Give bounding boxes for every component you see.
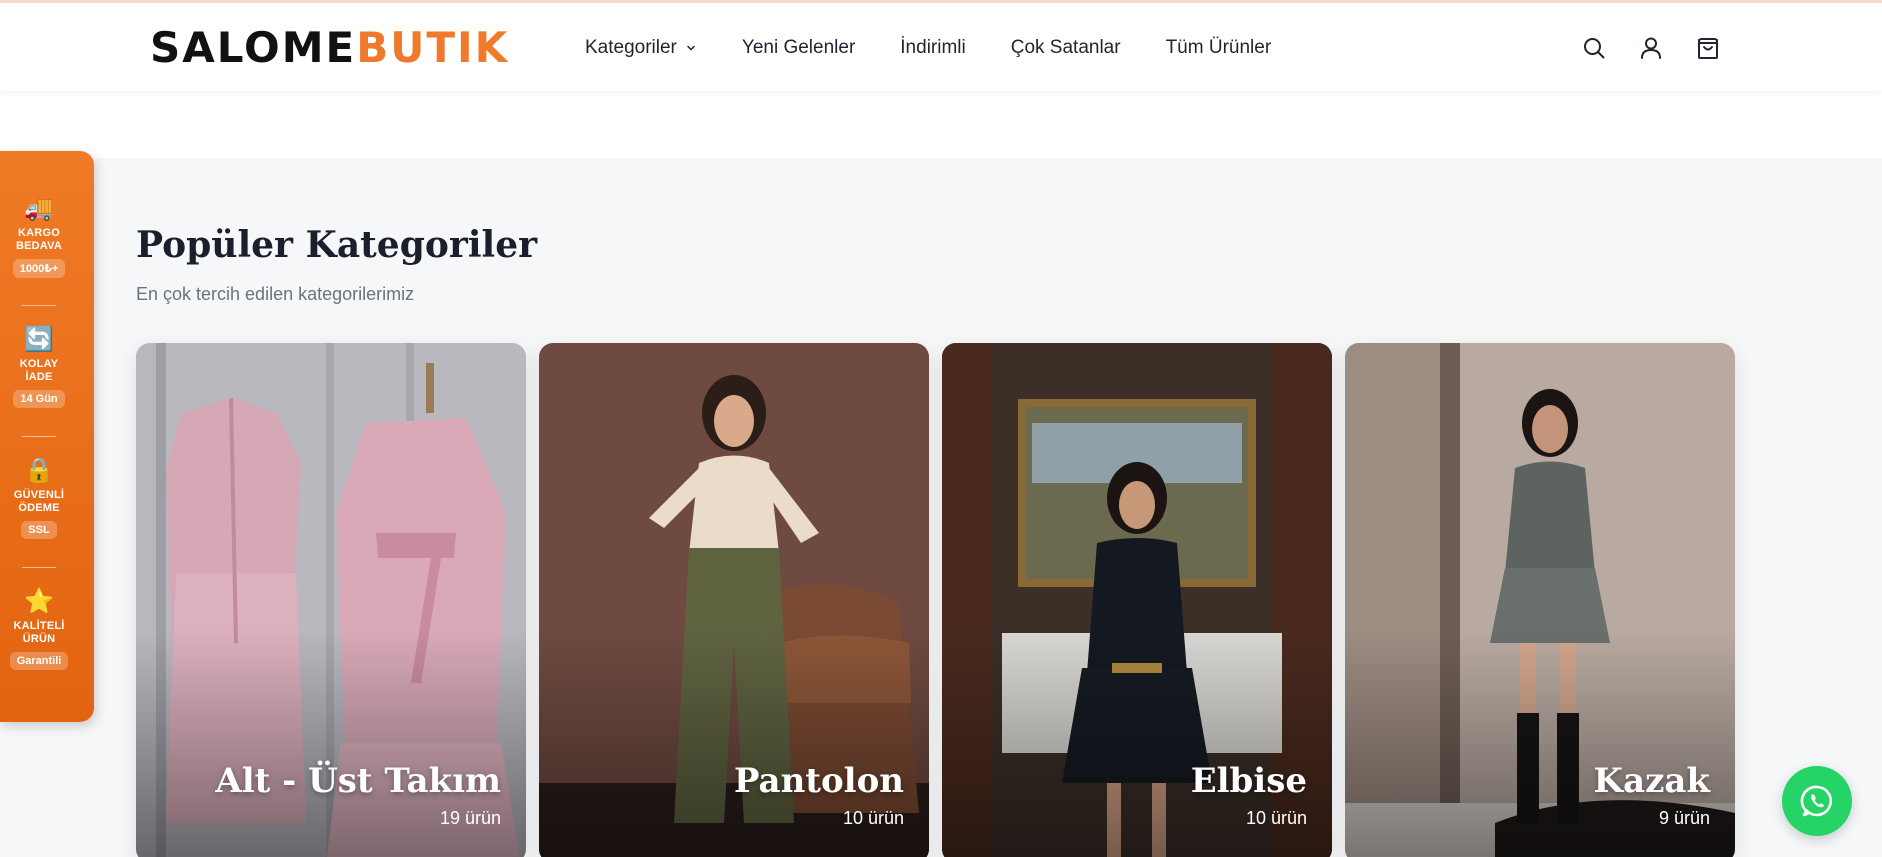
- nav-item-label: Çok Satanlar: [1010, 37, 1121, 58]
- nav-item-label: Tüm Ürünler: [1165, 37, 1272, 58]
- star-icon: ⭐: [24, 588, 54, 615]
- divider: [22, 305, 56, 306]
- nav-item-cok-satanlar[interactable]: Çok Satanlar: [1011, 37, 1121, 59]
- site-header: SALOMEBUTIK Kategoriler Yeni Gelenler İn…: [0, 3, 1882, 91]
- category-card-elbise[interactable]: Elbise 10 ürün: [942, 343, 1332, 857]
- brand-logo-part1: SALOME: [150, 23, 357, 72]
- badge-pill: 14 Gün: [13, 390, 65, 408]
- badge-label-line2: ÜRÜN: [22, 633, 56, 645]
- badge-label-line1: KOLAY: [19, 358, 59, 370]
- badge-secure-payment: 🔒 GÜVENLİ ÖDEME SSL: [0, 457, 78, 539]
- category-count: 10 ürün: [842, 808, 904, 828]
- whatsapp-icon: [1800, 785, 1833, 817]
- divider: [22, 436, 56, 437]
- divider: [22, 567, 56, 568]
- badge-pill: 1000₺+: [12, 259, 66, 278]
- badge-label-line1: KALİTELİ: [13, 620, 65, 632]
- whatsapp-button[interactable]: [1782, 766, 1852, 836]
- badge-pill: Garantili: [9, 652, 69, 670]
- category-title: Elbise: [1190, 761, 1307, 801]
- header-actions: [1580, 34, 1751, 62]
- badge-label: KALİTELİ ÜRÜN: [0, 620, 78, 646]
- nav-item-label: Kategoriler: [585, 37, 677, 58]
- brand-logo[interactable]: SALOMEBUTIK: [150, 27, 509, 69]
- badge-label-line2: İADE: [25, 371, 53, 383]
- badge-label-line2: ÖDEME: [18, 502, 60, 514]
- nav-item-label: İndirimli: [900, 37, 966, 58]
- category-card-pantolon[interactable]: Pantolon 10 ürün: [539, 343, 929, 857]
- badge-label-line2: BEDAVA: [15, 240, 63, 252]
- cart-button[interactable]: [1694, 34, 1722, 62]
- category-title: Kazak: [1593, 761, 1710, 801]
- badge-label: KOLAY İADE: [0, 358, 78, 384]
- badge-free-shipping: 🚚 KARGO BEDAVA 1000₺+: [0, 195, 78, 278]
- category-count: 10 ürün: [1245, 808, 1307, 828]
- section-title: Popüler Kategoriler: [136, 224, 538, 266]
- search-icon: [1584, 38, 1605, 59]
- badge-label-line1: KARGO: [18, 227, 60, 239]
- cart-icon: [1698, 38, 1718, 59]
- badge-label: KARGO BEDAVA: [0, 227, 78, 253]
- badge-easy-return: 🔄 KOLAY İADE 14 Gün: [0, 326, 78, 408]
- category-count: 9 ürün: [1658, 808, 1710, 828]
- nav-item-kategoriler[interactable]: Kategoriler: [585, 37, 697, 59]
- chevron-down-icon: [687, 45, 695, 51]
- lock-icon: 🔒: [24, 457, 54, 484]
- search-button[interactable]: [1580, 34, 1608, 62]
- main-nav: Kategoriler Yeni Gelenler İndirimli Çok …: [585, 37, 1316, 59]
- category-title: Pantolon: [733, 761, 904, 801]
- header-spacer: [0, 91, 1882, 158]
- category-title: Alt - Üst Takım: [215, 761, 501, 801]
- badge-label: GÜVENLİ ÖDEME: [0, 489, 78, 515]
- category-count: 19 ürün: [439, 808, 501, 828]
- section-subtitle: En çok tercih edilen kategorilerimiz: [136, 284, 415, 304]
- trust-badges-rail: 🚚 KARGO BEDAVA 1000₺+ 🔄 KOLAY İADE 14 Gün …: [0, 151, 94, 722]
- brand-logo-part2: BUTIK: [356, 23, 510, 72]
- return-icon: 🔄: [24, 326, 54, 353]
- badge-quality: ⭐ KALİTELİ ÜRÜN Garantili: [0, 588, 78, 670]
- account-button[interactable]: [1637, 34, 1665, 62]
- user-icon: [1641, 37, 1661, 59]
- badge-label-line1: GÜVENLİ: [13, 489, 65, 501]
- nav-item-indirimli[interactable]: İndirimli: [900, 37, 965, 59]
- category-card-kazak[interactable]: Kazak 9 ürün: [1345, 343, 1735, 857]
- category-card-alt-ust-takim[interactable]: Alt - Üst Takım 19 ürün: [136, 343, 526, 857]
- nav-item-tum-urunler[interactable]: Tüm Ürünler: [1166, 37, 1272, 59]
- badge-pill: SSL: [21, 521, 57, 539]
- nav-item-yeni-gelenler[interactable]: Yeni Gelenler: [742, 37, 855, 59]
- nav-item-label: Yeni Gelenler: [741, 37, 856, 58]
- truck-icon: 🚚: [24, 195, 54, 222]
